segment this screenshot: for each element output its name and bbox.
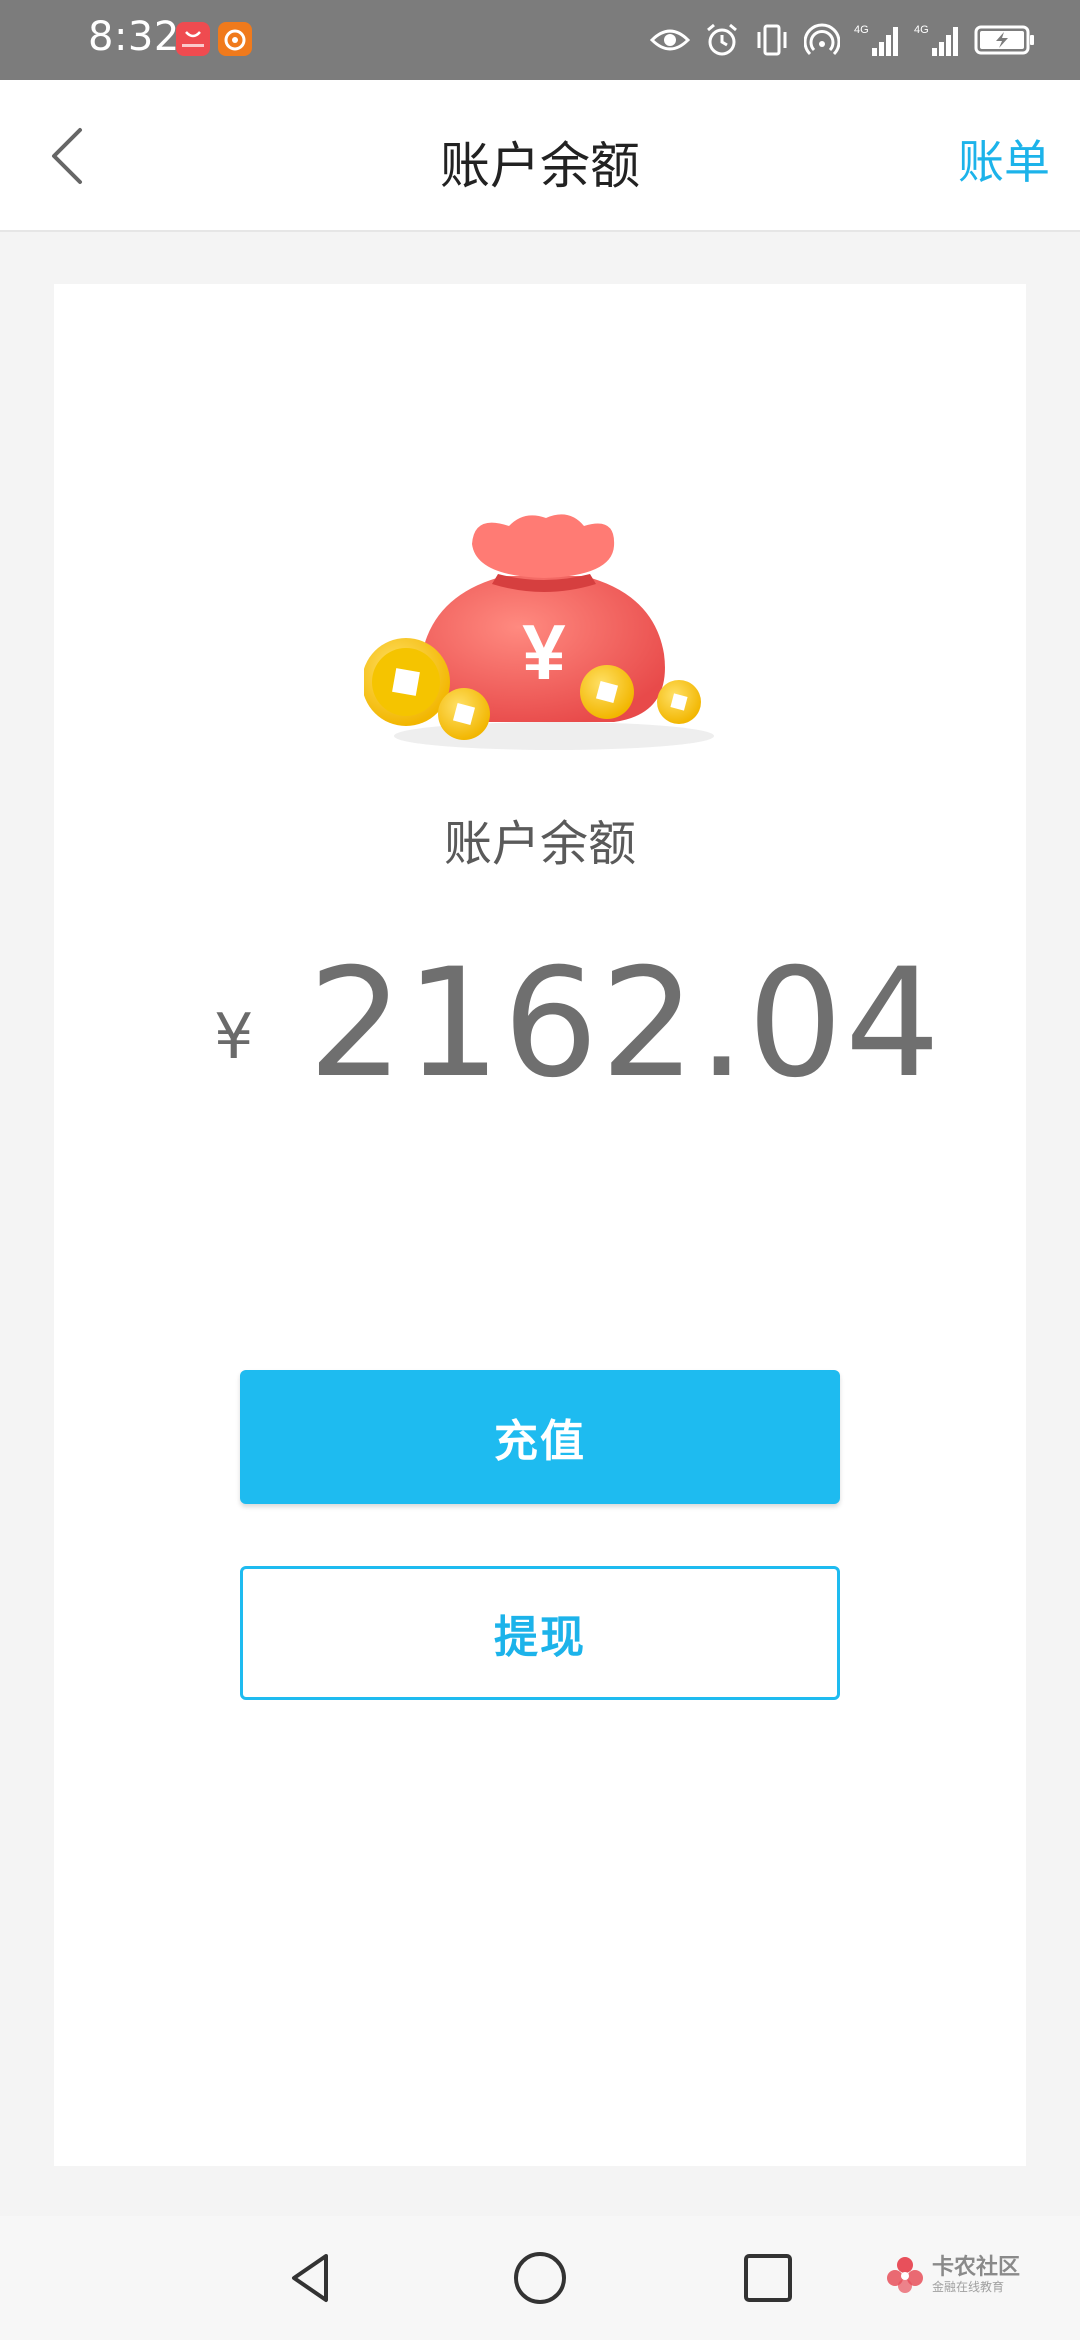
system-recents-button[interactable] [736, 2246, 800, 2310]
currency-symbol: ¥ [214, 1000, 254, 1073]
flower-logo-icon [886, 2257, 923, 2293]
app-notification-icon [218, 22, 252, 56]
withdraw-button[interactable]: 提现 [240, 1566, 840, 1700]
alarm-icon [707, 23, 737, 56]
svg-text:4G: 4G [854, 24, 869, 36]
nav-bar: 账户余额 账单 [0, 80, 1080, 232]
system-nav-bar: 卡农社区 金融在线教育 [0, 2216, 1080, 2340]
signal-4g-icon: 4G [914, 24, 958, 56]
circle-home-icon [514, 2252, 566, 2304]
eye-icon [650, 29, 690, 51]
square-recents-icon [744, 2254, 792, 2302]
battery-charging-icon [974, 25, 1034, 55]
watermark: 卡农社区 金融在线教育 [886, 2256, 1020, 2294]
watermark-title: 卡农社区 [931, 2255, 1020, 2281]
balance-label: 账户余额 [443, 816, 636, 872]
status-icons: 4G 4G [650, 18, 1036, 62]
balance-card: ¥ 账户余额 ¥ 2162.04 充值 提现 [54, 284, 1026, 2166]
triangle-back-icon [292, 2254, 328, 2302]
system-home-button[interactable] [508, 2246, 572, 2310]
huawei-appgallery-icon [176, 22, 210, 56]
recharge-button[interactable]: 充值 [240, 1370, 840, 1504]
balance-amount: 2162.04 [308, 937, 943, 1111]
svg-text:¥: ¥ [522, 608, 566, 696]
status-time: 8:32 [88, 14, 180, 60]
signal-4g-icon: 4G [854, 24, 898, 56]
svg-text:4G: 4G [914, 24, 929, 36]
status-bar: 8:32 4G 4G [0, 0, 1080, 80]
money-bag-icon: ¥ [364, 514, 714, 750]
watermark-subtitle: 金融在线教育 [931, 2279, 1004, 2294]
vibrate-icon [757, 24, 787, 56]
hotspot-icon [804, 23, 840, 56]
page-title: 账户余额 [440, 137, 640, 195]
bill-link[interactable]: 账单 [958, 126, 1050, 192]
system-back-button[interactable] [280, 2246, 344, 2310]
